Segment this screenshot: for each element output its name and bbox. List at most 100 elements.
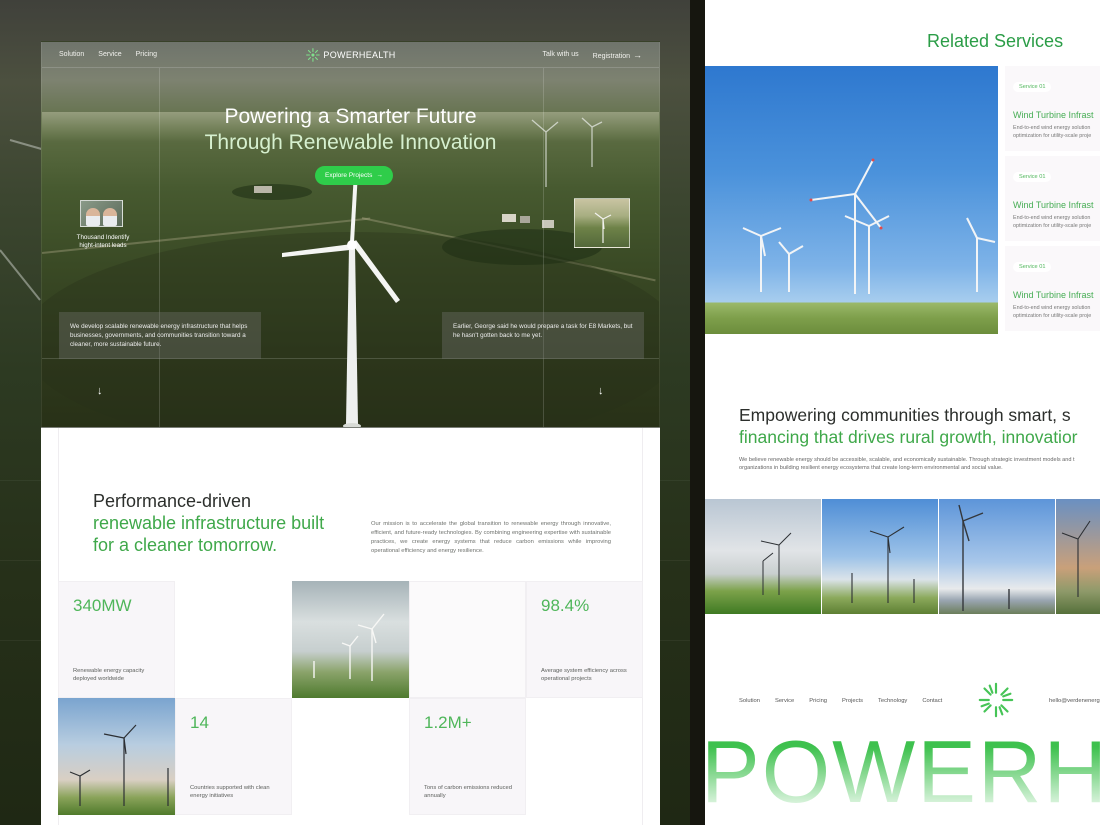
service-name: Wind Turbine Infrast — [1013, 200, 1094, 210]
stat-card-carbon: 1.2M+ Tons of carbon emissions reduced a… — [409, 698, 526, 815]
turbine-photo — [58, 698, 175, 815]
turbine-thumbnail-illustration — [594, 212, 612, 243]
service-tag: Service 01 — [1013, 82, 1052, 92]
wind-farm-photo — [705, 66, 998, 334]
info-card-right: Earlier, George said he would prepare a … — [442, 312, 644, 359]
nav-right-links: Talk with us Registration → — [542, 50, 642, 60]
hero-title-line2: Through Renewable Innovation — [204, 131, 497, 154]
performance-title-line1: Performance-driven — [93, 491, 252, 511]
explore-projects-button[interactable]: Explore Projects → — [315, 166, 393, 185]
arrow-right-icon: → — [633, 49, 642, 60]
nav-link-service[interactable]: Service — [98, 51, 121, 58]
gallery-photo — [939, 499, 1055, 614]
service-tag: Service 01 — [1013, 172, 1052, 182]
gallery-photo-illustration — [851, 526, 915, 603]
footer-link-technology[interactable]: Technology — [878, 698, 907, 704]
empower-heading: Empowering communities through smart, s … — [739, 404, 1078, 448]
footer-email-link[interactable]: hello@verdenenerg — [1049, 698, 1100, 704]
performance-title-line2: renewable infrastructure built — [93, 513, 325, 533]
hero-title: Powering a Smarter Future Through Renewa… — [42, 104, 659, 156]
hero-title-line1: Powering a Smarter Future — [224, 105, 477, 128]
footer-wordmark: POWERHE — [705, 722, 1100, 821]
avatar-caption: Thousand Indentify hight-intent leads — [76, 234, 130, 249]
hero-section: Solution Service Pricing POWERHEALTH Tal… — [41, 41, 660, 428]
service-card[interactable]: Service 01 Wind Turbine Infrast End-to-e… — [1005, 156, 1100, 241]
turbine-photo-illustration — [69, 724, 169, 806]
footer-navigation: Solution Service Pricing Projects Techno… — [739, 698, 942, 704]
team-avatar-photo — [80, 200, 123, 227]
service-description: End-to-end wind energy solution optimizat… — [1013, 124, 1091, 140]
wind-turbine-illustration — [282, 172, 400, 427]
stat-caption: Average system efficiency across operati… — [541, 668, 627, 682]
explore-projects-label: Explore Projects — [325, 172, 373, 179]
avatar — [85, 208, 100, 226]
sunburst-logo-icon — [305, 48, 320, 62]
stat-caption: Countries supported with clean energy in… — [190, 785, 270, 799]
service-description-line1: End-to-end wind energy solution — [1013, 305, 1091, 311]
footer-link-solution[interactable]: Solution — [739, 698, 760, 704]
service-name: Wind Turbine Infrast — [1013, 290, 1094, 300]
performance-title: Performance-driven renewable infrastruct… — [93, 490, 373, 556]
stat-value: 340MW — [73, 596, 132, 615]
avatar — [103, 208, 118, 226]
nav-link-solution[interactable]: Solution — [59, 51, 84, 58]
empower-paragraph-line1: We believe renewable energy should be ac… — [739, 457, 1075, 463]
empty-grid-cell — [409, 581, 526, 698]
talk-with-us-link[interactable]: Talk with us — [542, 51, 578, 58]
stat-value: 14 — [190, 713, 209, 732]
turbine-thumbnail[interactable] — [574, 198, 630, 248]
services-page: Related Services Service 01 Wind Turbine… — [705, 0, 1100, 825]
info-card-left: We develop scalable renewable energy inf… — [59, 312, 261, 359]
wind-farm-illustration — [742, 158, 996, 294]
arrow-right-icon: → — [376, 172, 383, 179]
performance-section: Performance-driven renewable infrastruct… — [41, 428, 660, 825]
service-card[interactable]: Service 01 Wind Turbine Infrast End-to-e… — [1005, 246, 1100, 331]
stat-value: 1.2M+ — [424, 713, 472, 732]
stat-card-efficiency: 98.4% Average system efficiency across o… — [526, 581, 643, 698]
brand-name: POWERHEALTH — [323, 50, 396, 60]
related-services-title: Related Services — [927, 31, 1064, 51]
performance-title-line3: for a cleaner tomorrow. — [93, 535, 278, 555]
nav-link-pricing[interactable]: Pricing — [136, 51, 157, 58]
footer-link-service[interactable]: Service — [775, 698, 794, 704]
empower-line1: Empowering communities through smart, s — [739, 405, 1071, 425]
service-description: End-to-end wind energy solution optimizat… — [1013, 214, 1091, 230]
empower-paragraph-line2: organizations in building resilient ener… — [739, 465, 1003, 471]
stat-card-capacity: 340MW Renewable energy capacity deployed… — [58, 581, 175, 698]
stat-card-countries: 14 Countries supported with clean energy… — [175, 698, 292, 815]
registration-link[interactable]: Registration → — [593, 50, 642, 60]
mission-paragraph: Our mission is to accelerate the global … — [371, 521, 611, 554]
arrow-down-icon[interactable]: ↓ — [598, 385, 604, 397]
turbine-photo — [292, 581, 409, 698]
stat-value: 98.4% — [541, 596, 590, 615]
service-description-line2: optimization for utility-scale proje — [1013, 133, 1092, 139]
service-description-line2: optimization for utility-scale proje — [1013, 223, 1092, 229]
service-description-line2: optimization for utility-scale proje — [1013, 313, 1092, 319]
service-description-line1: End-to-end wind energy solution — [1013, 215, 1091, 221]
gallery-photo — [822, 499, 938, 614]
turbine-photo-illustration — [313, 613, 385, 681]
arrow-down-icon[interactable]: ↓ — [97, 385, 103, 397]
gallery-photo-illustration — [958, 504, 1010, 611]
gallery-photo — [705, 499, 821, 614]
brand-logo[interactable]: POWERHEALTH — [305, 48, 395, 62]
service-description: End-to-end wind energy solution optimizat… — [1013, 304, 1091, 320]
footer-link-contact[interactable]: Contact — [922, 698, 942, 704]
footer-link-pricing[interactable]: Pricing — [809, 698, 827, 704]
gallery-photo-illustration — [1061, 520, 1091, 597]
empower-paragraph: We believe renewable energy should be ac… — [739, 456, 1075, 472]
service-name: Wind Turbine Infrast — [1013, 110, 1094, 120]
top-navigation: Solution Service Pricing POWERHEALTH Tal… — [42, 42, 659, 68]
service-description-line1: End-to-end wind energy solution — [1013, 125, 1091, 131]
empower-line2: financing that drives rural growth, inno… — [739, 427, 1078, 447]
nav-left-links: Solution Service Pricing — [59, 51, 157, 58]
gallery-photo — [1056, 499, 1100, 614]
service-tag: Service 01 — [1013, 262, 1052, 272]
service-card[interactable]: Service 01 Wind Turbine Infrast End-to-e… — [1005, 66, 1100, 151]
sunburst-logo-icon — [978, 682, 1014, 718]
registration-label: Registration — [592, 52, 630, 60]
gallery-photo-illustration — [760, 532, 792, 595]
footer-link-projects[interactable]: Projects — [842, 698, 863, 704]
stat-caption: Renewable energy capacity deployed world… — [73, 668, 145, 682]
stat-caption: Tons of carbon emissions reduced annuall… — [424, 785, 512, 799]
